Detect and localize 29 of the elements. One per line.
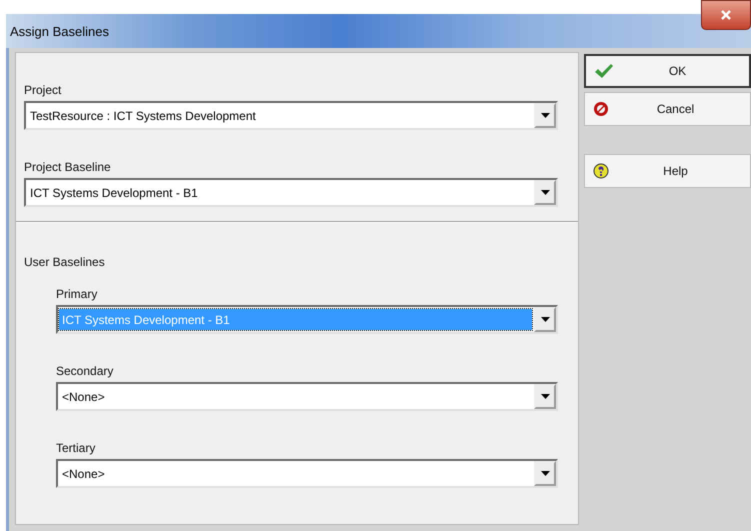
field-label: Secondary: [56, 364, 114, 378]
help-button[interactable]: Help: [584, 154, 751, 188]
caret-icon: [540, 394, 550, 399]
dropdown-button[interactable]: [534, 103, 556, 128]
close-button[interactable]: [701, 0, 751, 30]
dropdown-field[interactable]: <None>: [56, 459, 558, 488]
dropdown-field[interactable]: ICT Systems Development - B1: [24, 178, 558, 207]
caret-icon: [540, 471, 550, 476]
ok-button[interactable]: OK: [584, 54, 751, 88]
field-label: Project: [24, 83, 62, 97]
close-icon: [721, 10, 731, 20]
field-label: Tertiary: [56, 441, 96, 455]
caret-icon: [540, 317, 550, 322]
caret-icon: [540, 190, 550, 195]
caret-icon: [540, 113, 550, 118]
window-title: Assign Baselines: [9, 24, 109, 38]
field-label: Primary: [56, 287, 98, 301]
stop-sign-icon: [593, 101, 609, 117]
field-label: Project Baseline: [24, 160, 112, 174]
dropdown-button[interactable]: [534, 384, 556, 409]
dropdown-button[interactable]: [534, 307, 556, 332]
dropdown-field[interactable]: <None>: [56, 382, 558, 411]
section-label: User Baselines: [24, 255, 106, 269]
checkmark-icon: [594, 63, 614, 79]
help-icon: [593, 163, 609, 179]
dropdown-button[interactable]: [534, 180, 556, 205]
cancel-button[interactable]: Cancel: [584, 92, 751, 126]
dropdown-button[interactable]: [534, 461, 556, 486]
dropdown-field[interactable]: TestResource : ICT Systems Development: [24, 101, 558, 130]
